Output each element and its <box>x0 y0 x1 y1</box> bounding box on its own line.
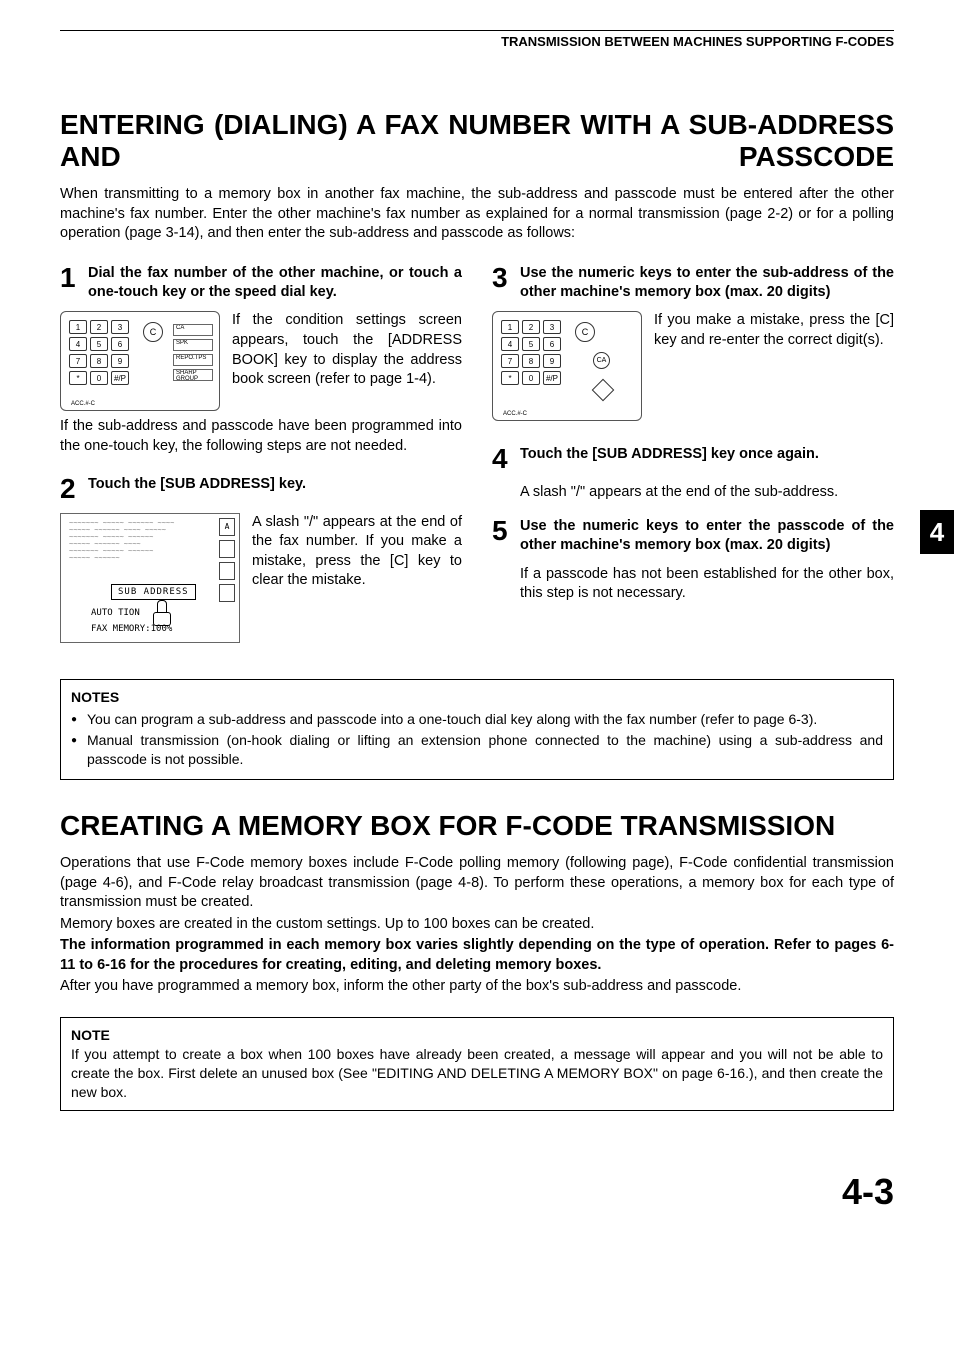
step-4: 4 Touch the [SUB ADDRESS] key once again… <box>492 445 894 473</box>
step-5-body: If a passcode has not been established f… <box>520 565 894 604</box>
auto-label: AUTO TION <box>91 608 140 618</box>
side-btn <box>219 562 235 580</box>
step-3-body: If you make a mistake, press the [C] key… <box>654 311 894 421</box>
key: 0 <box>522 371 540 385</box>
step-4-body: A slash "/" appears at the end of the su… <box>520 483 894 503</box>
note-item: Manual transmission (on-hook dialing or … <box>71 731 883 769</box>
step-3: 3 Use the numeric keys to enter the sub-… <box>492 264 894 302</box>
step-2-body: A slash "/" appears at the end of the fa… <box>252 513 462 643</box>
two-column-steps: 1 Dial the fax number of the other machi… <box>60 264 894 649</box>
ca-key-icon: CA <box>593 352 610 369</box>
step-2-row: ~~~~~~~ ~~~~~ ~~~~~~ ~~~~~~~~~ ~~~~~~ ~~… <box>60 513 462 643</box>
heading-1: ENTERING (DIALING) A FAX NUMBER WITH A S… <box>60 109 894 173</box>
step-1-body-right: If the condition settings screen appears… <box>232 311 462 411</box>
key: 4 <box>69 337 87 351</box>
keypad-figure-2: 1 2 3 4 5 6 7 8 9 * 0 #/P C CA ACC.#-C <box>492 311 642 421</box>
key: 5 <box>522 337 540 351</box>
strip: CA <box>173 324 213 336</box>
diamond-key-icon <box>592 379 615 402</box>
touchscreen-figure: ~~~~~~~ ~~~~~ ~~~~~~ ~~~~~~~~~ ~~~~~~ ~~… <box>60 513 240 643</box>
keypad-keys: 1 2 3 4 5 6 7 8 9 * 0 #/P <box>501 320 561 385</box>
chapter-tab: 4 <box>920 510 954 554</box>
step-number: 4 <box>492 445 520 473</box>
step-number: 3 <box>492 264 520 302</box>
side-btn <box>219 540 235 558</box>
strip: SPK <box>173 339 213 351</box>
notes-title: NOTES <box>71 688 883 707</box>
note-body: If you attempt to create a box when 100 … <box>71 1046 883 1100</box>
key: 6 <box>543 337 561 351</box>
scribble-placeholder: ~~~~~~~ ~~~~~ ~~~~~~ ~~~~~~~~~ ~~~~~~ ~~… <box>69 520 209 580</box>
acc-label: ACC.#-C <box>503 411 527 417</box>
key: 6 <box>111 337 129 351</box>
key: * <box>69 371 87 385</box>
sub-address-button: SUB ADDRESS <box>111 584 196 600</box>
notes-list: You can program a sub-address and passco… <box>71 710 883 769</box>
step-number: 1 <box>60 264 88 302</box>
note-title: NOTE <box>71 1027 110 1043</box>
notes-box-1: NOTES You can program a sub-address and … <box>60 679 894 781</box>
side-buttons: A <box>219 518 235 638</box>
key: 4 <box>501 337 519 351</box>
key: 5 <box>90 337 108 351</box>
key: 1 <box>69 320 87 334</box>
step-title: Dial the fax number of the other machine… <box>88 264 462 302</box>
key: 7 <box>501 354 519 368</box>
key: 9 <box>543 354 561 368</box>
section2-p1: Operations that use F-Code memory boxes … <box>60 854 894 913</box>
page-number: 4-3 <box>60 1171 894 1213</box>
intro-paragraph: When transmitting to a memory box in ano… <box>60 185 894 244</box>
key: 3 <box>111 320 129 334</box>
key: 7 <box>69 354 87 368</box>
key: 9 <box>111 354 129 368</box>
step-title: Use the numeric keys to enter the passco… <box>520 517 894 555</box>
key: 1 <box>501 320 519 334</box>
keypad-figure-1: 1 2 3 4 5 6 7 8 9 * 0 #/P C CA SPK <box>60 311 220 411</box>
section2-p3-bold: The information programmed in each memor… <box>60 936 894 975</box>
side-strips: CA SPK REPO.TPS SHARP GROUP <box>173 324 213 384</box>
note-box-2: NOTE If you attempt to create a box when… <box>60 1017 894 1111</box>
strip: SHARP GROUP <box>173 369 213 381</box>
side-btn <box>219 584 235 602</box>
running-header: TRANSMISSION BETWEEN MACHINES SUPPORTING… <box>60 34 894 49</box>
left-column: 1 Dial the fax number of the other machi… <box>60 264 462 649</box>
memory-label: FAX MEMORY:100% <box>91 624 172 634</box>
step-3-row: 1 2 3 4 5 6 7 8 9 * 0 #/P C CA ACC.#-C <box>492 311 894 421</box>
step-1-body-after: If the sub-address and passcode have bee… <box>60 417 462 456</box>
step-2: 2 Touch the [SUB ADDRESS] key. <box>60 475 462 503</box>
step-number: 2 <box>60 475 88 503</box>
step-title: Use the numeric keys to enter the sub-ad… <box>520 264 894 302</box>
side-btn: A <box>219 518 235 536</box>
key: 8 <box>522 354 540 368</box>
step-1-row: 1 2 3 4 5 6 7 8 9 * 0 #/P C CA SPK <box>60 311 462 411</box>
step-title: Touch the [SUB ADDRESS] key. <box>88 475 306 503</box>
section2-p2: Memory boxes are created in the custom s… <box>60 915 894 935</box>
note-item: You can program a sub-address and passco… <box>71 710 883 729</box>
strip: REPO.TPS <box>173 354 213 366</box>
c-key-icon: C <box>575 322 595 342</box>
key: #/P <box>543 371 561 385</box>
key: 2 <box>90 320 108 334</box>
key: 0 <box>90 371 108 385</box>
acc-label: ACC.#-C <box>71 401 95 407</box>
key: 2 <box>522 320 540 334</box>
header-rule <box>60 30 894 31</box>
step-5: 5 Use the numeric keys to enter the pass… <box>492 517 894 555</box>
step-title: Touch the [SUB ADDRESS] key once again. <box>520 445 819 473</box>
right-column: 3 Use the numeric keys to enter the sub-… <box>492 264 894 649</box>
section2-p4: After you have programmed a memory box, … <box>60 977 894 997</box>
c-key-icon: C <box>143 322 163 342</box>
step-number: 5 <box>492 517 520 555</box>
heading-2: CREATING A MEMORY BOX FOR F-CODE TRANSMI… <box>60 810 894 842</box>
step-1: 1 Dial the fax number of the other machi… <box>60 264 462 302</box>
key: * <box>501 371 519 385</box>
key: #/P <box>111 371 129 385</box>
keypad-keys: 1 2 3 4 5 6 7 8 9 * 0 #/P <box>69 320 129 385</box>
key: 8 <box>90 354 108 368</box>
key: 3 <box>543 320 561 334</box>
